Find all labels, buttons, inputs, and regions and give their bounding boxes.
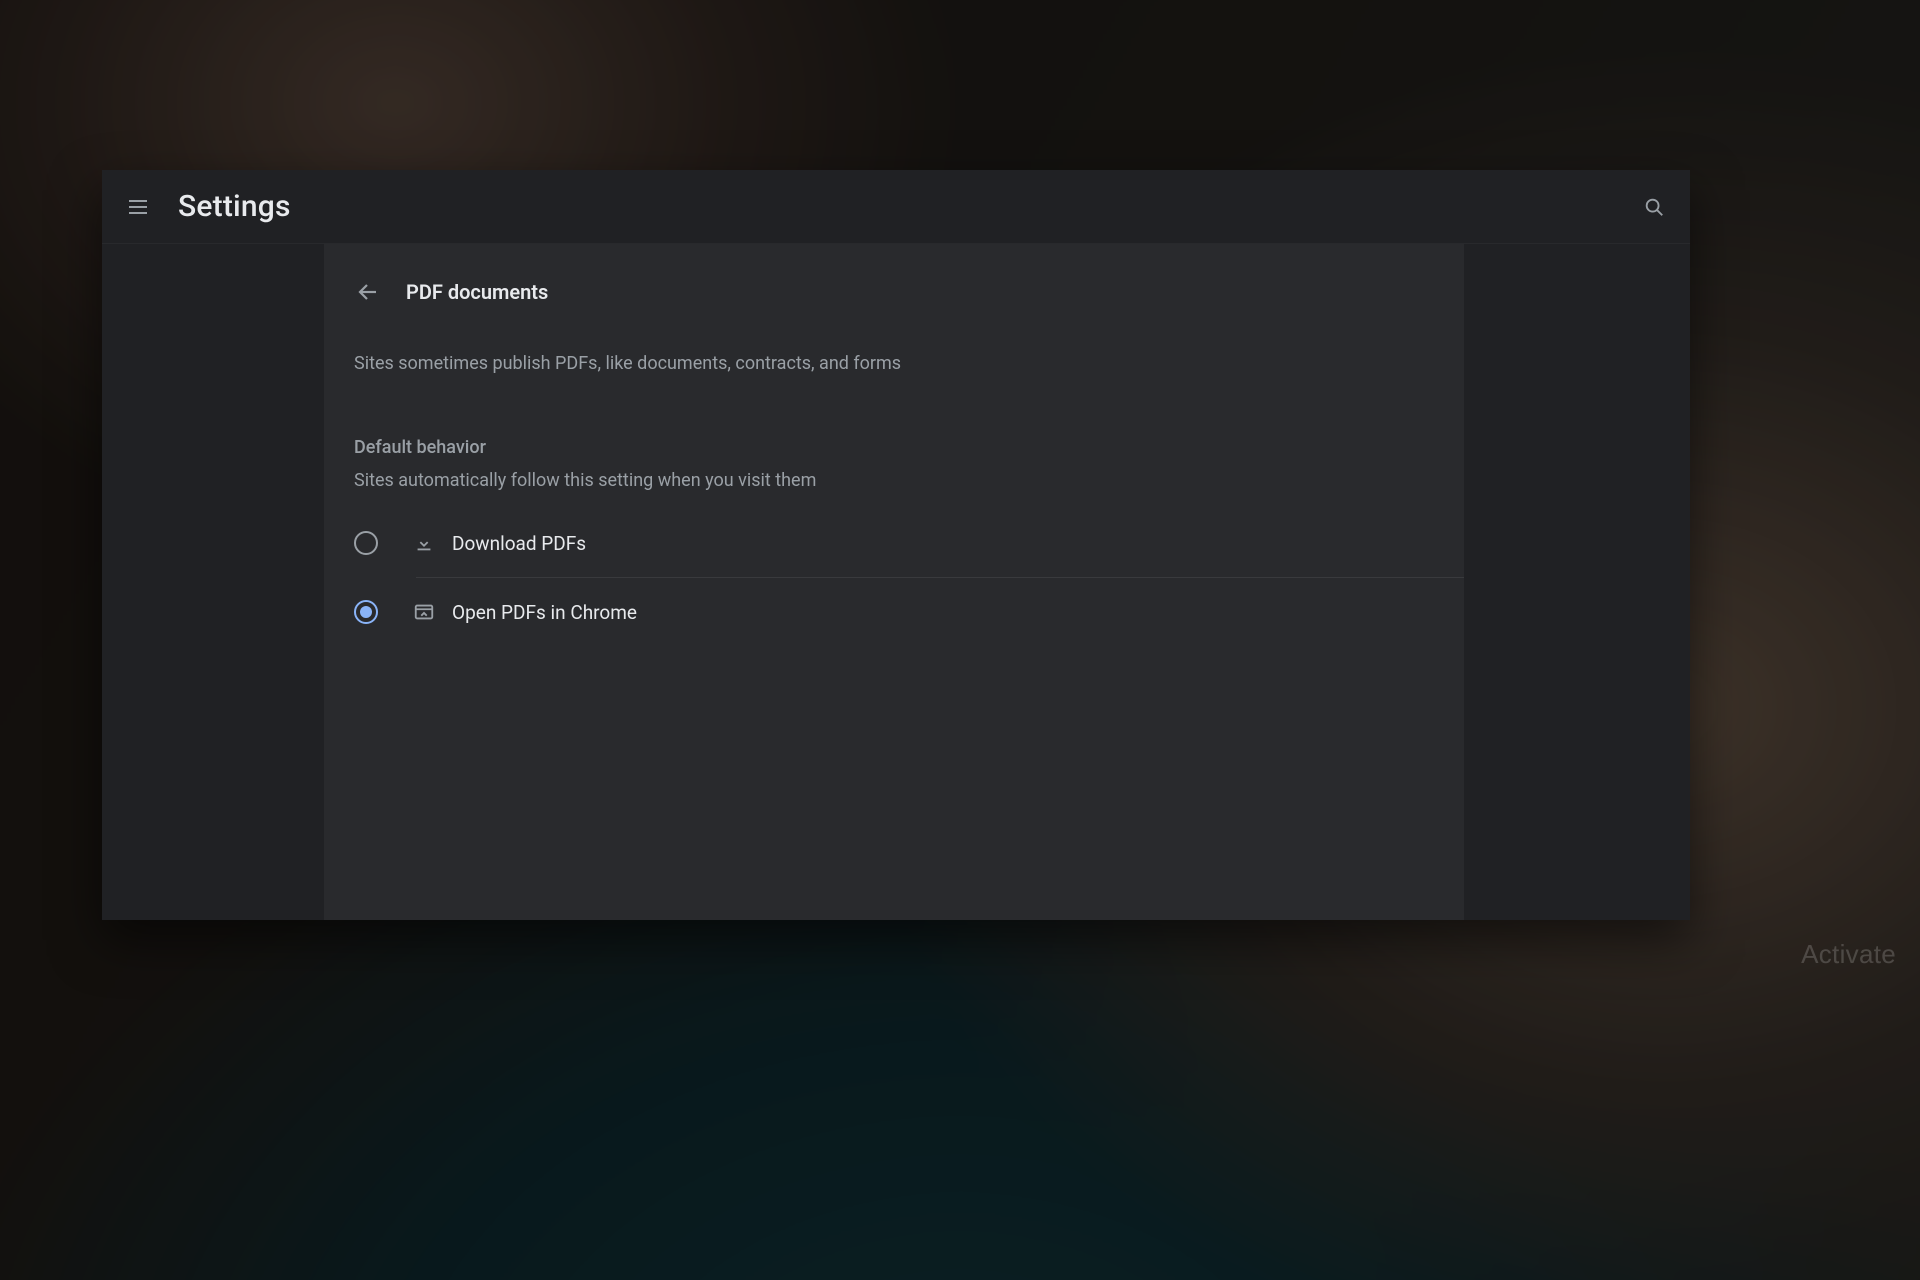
right-gutter xyxy=(1464,244,1690,920)
option-label: Download PDFs xyxy=(452,532,586,555)
settings-body: PDF documents Sites sometimes publish PD… xyxy=(102,244,1690,920)
default-behavior-heading: Default behavior xyxy=(324,387,1464,464)
settings-window: Settings PDF documents Sites sometimes p… xyxy=(102,170,1690,920)
search-button[interactable] xyxy=(1640,193,1668,221)
option-open-in-chrome[interactable]: Open PDFs in Chrome xyxy=(324,578,1464,646)
section-description: Sites sometimes publish PDFs, like docum… xyxy=(324,330,1464,387)
open-in-browser-icon xyxy=(412,600,436,624)
section-header: PDF documents xyxy=(324,272,1464,330)
left-gutter xyxy=(102,244,324,920)
radio-open-in-chrome[interactable] xyxy=(354,600,378,624)
back-button[interactable] xyxy=(354,278,382,306)
menu-button[interactable] xyxy=(124,193,152,221)
back-arrow-icon xyxy=(356,280,380,304)
settings-card: PDF documents Sites sometimes publish PD… xyxy=(324,244,1464,920)
settings-titlebar: Settings xyxy=(102,170,1690,244)
section-title: PDF documents xyxy=(406,280,548,304)
option-label: Open PDFs in Chrome xyxy=(452,601,637,624)
download-icon xyxy=(412,531,436,555)
search-icon xyxy=(1643,196,1665,218)
radio-download-pdfs[interactable] xyxy=(354,531,378,555)
hamburger-icon xyxy=(126,195,150,219)
default-behavior-description: Sites automatically follow this setting … xyxy=(324,464,1464,509)
option-download-pdfs[interactable]: Download PDFs xyxy=(324,509,1464,577)
window-title: Settings xyxy=(178,189,291,224)
